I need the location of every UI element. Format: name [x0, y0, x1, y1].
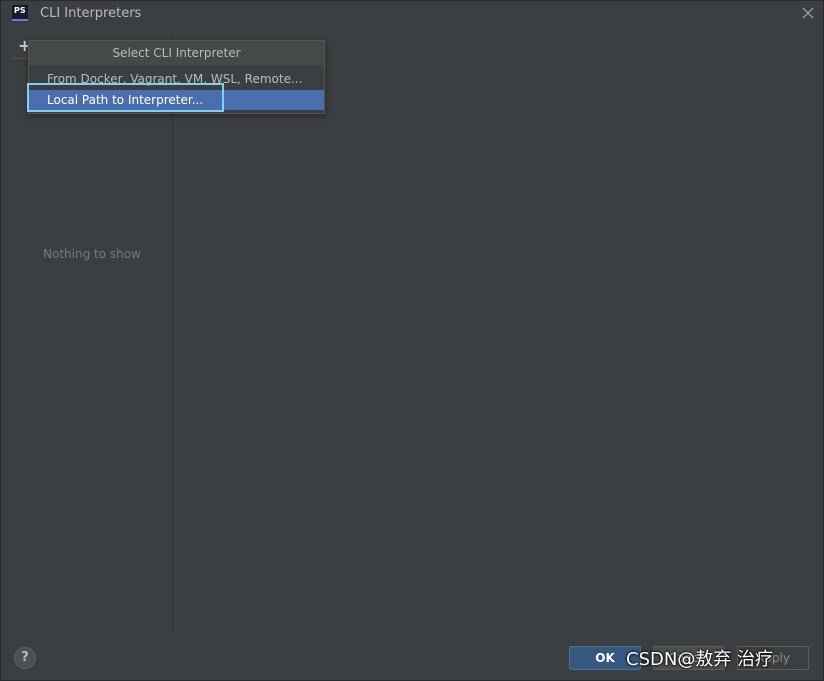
window-title: CLI Interpreters [40, 6, 142, 21]
phpstorm-app-icon: PS [12, 5, 28, 21]
popup-header: Select CLI Interpreter [29, 41, 324, 65]
empty-list-text: Nothing to show [43, 247, 141, 261]
help-button[interactable]: ? [14, 647, 36, 669]
popup-item-remote[interactable]: From Docker, Vagrant, VM, WSL, Remote... [29, 69, 324, 89]
app-icon-text: PS [14, 6, 26, 15]
popup-item-local-path[interactable]: Local Path to Interpreter... [29, 90, 324, 110]
title-bar: PS CLI Interpreters [0, 0, 824, 28]
interpreter-list-panel [12, 36, 173, 632]
select-interpreter-popup: Select CLI Interpreter From Docker, Vagr… [28, 40, 325, 114]
close-icon[interactable] [800, 5, 816, 21]
csdn-watermark: CSDN@敖弃 治疗 [626, 649, 774, 670]
